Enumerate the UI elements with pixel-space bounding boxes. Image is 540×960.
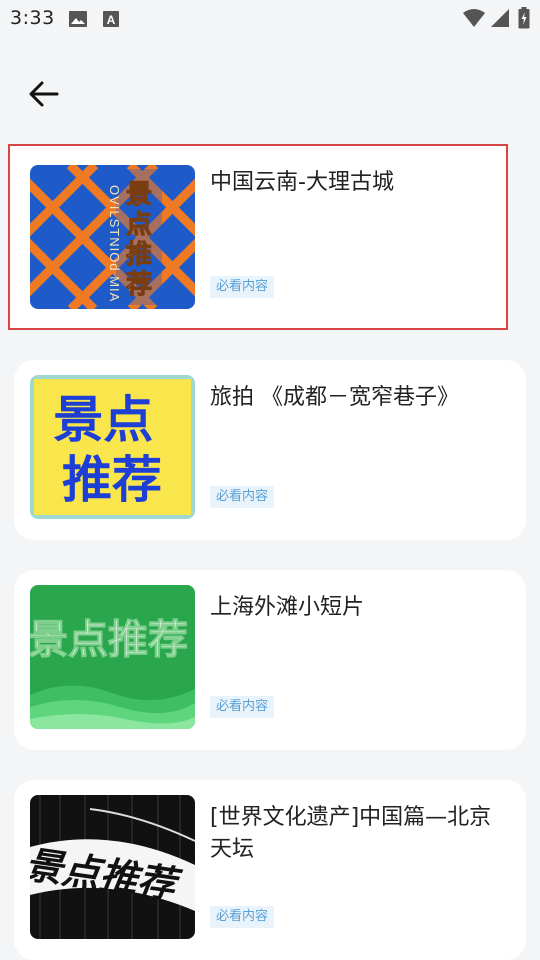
thumbnail-image: 景点推荐 — [30, 585, 195, 729]
item-title: [世界文化遗产]中国篇—北京天坛 — [210, 805, 492, 862]
image-icon — [68, 10, 88, 32]
list-item[interactable]: 景点 推荐 旅拍 《成都－宽窄巷子》 必看内容 — [14, 360, 526, 540]
svg-text:A: A — [107, 13, 116, 27]
back-button[interactable] — [22, 74, 66, 118]
tag-badge: 必看内容 — [210, 906, 275, 928]
list-item[interactable]: 景点推荐 上海外滩小短片 必看内容 — [14, 570, 526, 750]
list-item[interactable]: 景点推荐 [世界文化遗产]中国篇—北京天坛 必看内容 — [14, 780, 526, 960]
back-arrow-icon — [29, 81, 59, 111]
signal-icon — [490, 8, 510, 32]
battery-icon — [518, 7, 530, 33]
tag-badge: 必看内容 — [210, 486, 275, 508]
item-title: 旅拍 《成都－宽窄巷子》 — [210, 385, 459, 410]
svg-text:景点推荐: 景点推荐 — [30, 617, 188, 663]
wifi-icon — [462, 8, 486, 32]
tag-badge: 必看内容 — [210, 696, 275, 718]
status-bar: 3:33 A — [0, 0, 540, 40]
tag-badge: 必看内容 — [210, 276, 275, 298]
thumbnail-image: 景点推荐 — [30, 795, 195, 939]
list-item[interactable]: OVILSTNIOd MIA 景 点 推 荐 中国云南-大理古城 必看内容 — [10, 146, 506, 328]
item-title: 上海外滩小短片 — [210, 595, 365, 620]
thumbnail-image: 景点 推荐 — [30, 375, 195, 519]
status-time: 3:33 — [10, 7, 55, 29]
item-title: 中国云南-大理古城 — [210, 170, 394, 195]
svg-text:OVILSTNIOd MIA: OVILSTNIOd MIA — [107, 185, 122, 302]
a-letter-icon: A — [102, 10, 120, 32]
thumbnail-image: OVILSTNIOd MIA 景 点 推 荐 — [30, 165, 195, 309]
